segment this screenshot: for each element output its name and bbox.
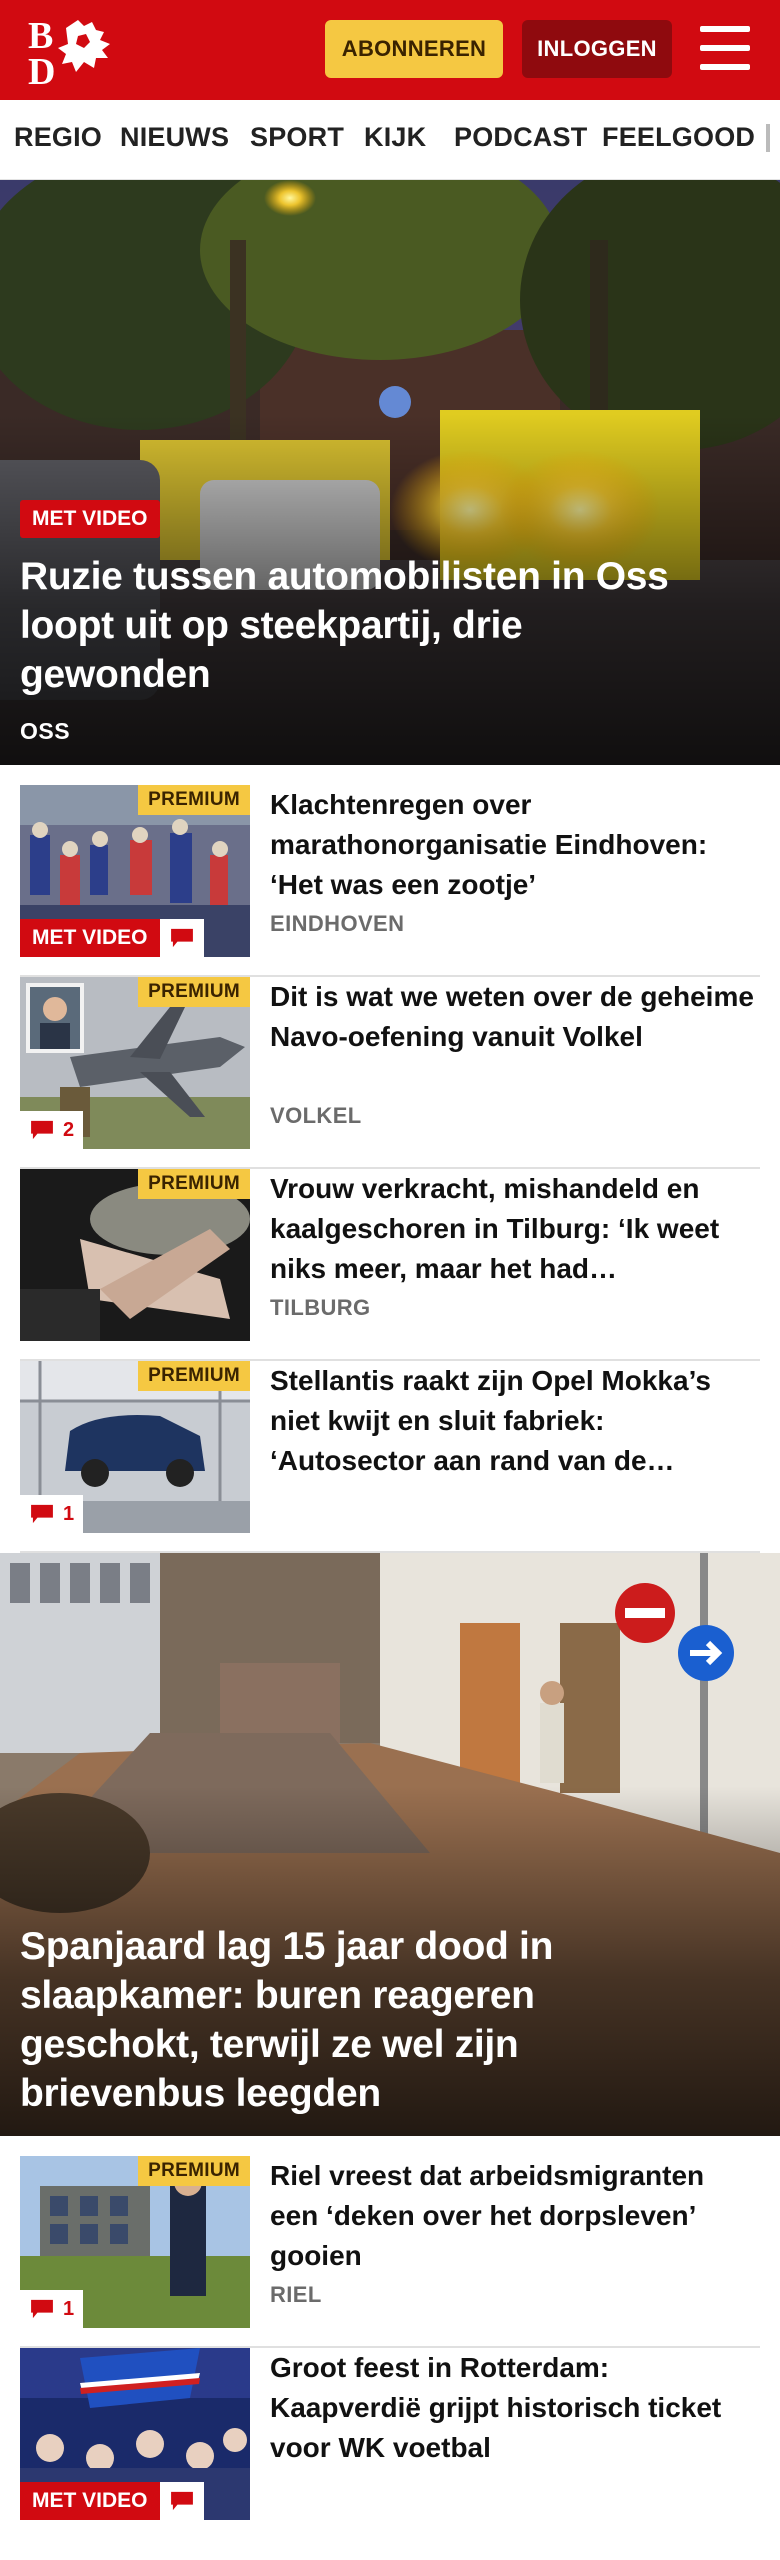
location-label: RIEL — [270, 2282, 322, 2307]
thumbnail-fighter-jet: PREMIUM 2 — [20, 977, 250, 1149]
hero-headline[interactable]: Spanjaard lag 15 jaar dood in slaapkamer… — [20, 1922, 720, 2118]
premium-badge: PREMIUM — [138, 785, 250, 815]
video-badge: MET VIDEO — [20, 919, 160, 957]
hero-article-oss[interactable]: MET VIDEO Ruzie tussen automobilisten in… — [0, 180, 780, 765]
nav-item-nieuws[interactable]: NIEUWS — [120, 122, 229, 153]
subscribe-button[interactable]: ABONNEREN — [325, 20, 503, 78]
comment-badge[interactable]: 1 — [20, 1495, 84, 1533]
premium-badge: PREMIUM — [138, 1361, 250, 1391]
comment-icon — [170, 2491, 193, 2511]
nav-item-feelgood[interactable]: FEELGOOD — [602, 122, 755, 153]
comment-strip: 1 — [20, 2290, 84, 2328]
premium-badge: PREMIUM — [138, 2156, 250, 2186]
nav-overflow-hint — [766, 124, 770, 152]
premium-badge: PREMIUM — [138, 977, 250, 1007]
comment-count: 2 — [63, 1118, 75, 1141]
comment-icon — [170, 928, 193, 948]
video-badge: MET VIDEO — [20, 2482, 160, 2520]
video-comment-strip: MET VIDEO — [20, 919, 204, 957]
list-item[interactable]: PREMIUM 1 Stellantis raakt zijn Opel Mok… — [20, 1361, 760, 1553]
comment-count: 1 — [63, 1502, 75, 1525]
list-item[interactable]: PREMIUM 2 Dit is wat we weten over de ge… — [20, 977, 760, 1169]
video-badge: MET VIDEO — [20, 500, 160, 538]
comment-icon — [31, 2299, 53, 2319]
headline[interactable]: Klachtenregen over marathonorganisatie E… — [270, 785, 760, 905]
comment-badge[interactable]: 1 — [20, 2290, 84, 2328]
hero-headline[interactable]: Ruzie tussen automobilisten in Oss loopt… — [20, 552, 720, 699]
list-item[interactable]: PREMIUM Vrouw verkracht, mishandeld en k… — [20, 1169, 760, 1361]
hero-article-spain[interactable]: Spanjaard lag 15 jaar dood in slaapkamer… — [0, 1553, 780, 2136]
headline[interactable]: Riel vreest dat arbeidsmigranten een ‘de… — [270, 2156, 760, 2276]
bd-logo[interactable]: B D — [26, 14, 118, 93]
comment-icon — [31, 1504, 53, 1524]
menu-icon[interactable] — [700, 26, 752, 72]
thumbnail-rotterdam-fans: MET VIDEO — [20, 2348, 250, 2520]
comment-badge[interactable] — [159, 2482, 204, 2520]
thumbnail-riel: PREMIUM 1 — [20, 2156, 250, 2328]
list-item[interactable]: PREMIUM 1 Riel vreest dat arbeidsmigrant… — [20, 2156, 760, 2348]
comment-icon — [31, 1120, 53, 1140]
location-label: TILBURG — [270, 1295, 371, 1320]
nav-item-podcast[interactable]: PODCAST — [454, 122, 587, 153]
thumbnail-marathon: PREMIUM MET VIDEO — [20, 785, 250, 957]
comment-strip: 1 — [20, 1495, 84, 1533]
location-label: VOLKEL — [270, 1103, 362, 1128]
comment-count: 1 — [63, 2297, 75, 2320]
premium-badge: PREMIUM — [138, 1169, 250, 1199]
headline[interactable]: Vrouw verkracht, mishandeld en kaalgesch… — [270, 1169, 760, 1289]
top-bar: B D ABONNEREN INLOGGEN — [0, 0, 780, 100]
comment-strip: 2 — [20, 1111, 84, 1149]
thumbnail-hands: PREMIUM — [20, 1169, 250, 1341]
list-item[interactable]: MET VIDEO Groot feest in Rotterdam: Kaap… — [20, 2348, 760, 2540]
headline[interactable]: Dit is wat we weten over de geheime Navo… — [270, 977, 760, 1057]
hero-location: OSS — [20, 718, 71, 744]
nav-item-regio[interactable]: REGIO — [14, 122, 102, 153]
comment-badge[interactable]: 2 — [20, 1111, 84, 1149]
section-nav: REGIO NIEUWS SPORT KIJK PODCAST FEELGOOD — [0, 100, 780, 180]
nav-item-sport[interactable]: SPORT — [250, 122, 344, 153]
thumbnail-car-factory: PREMIUM 1 — [20, 1361, 250, 1533]
comment-badge[interactable] — [159, 919, 204, 957]
svg-text:D: D — [28, 51, 55, 86]
headline[interactable]: Stellantis raakt zijn Opel Mokka’s niet … — [270, 1361, 760, 1481]
headline[interactable]: Groot feest in Rotterdam: Kaapverdië gri… — [270, 2348, 760, 2468]
video-comment-strip: MET VIDEO — [20, 2482, 204, 2520]
list-item[interactable]: PREMIUM MET VIDEO Klachtenregen over mar… — [20, 785, 760, 977]
location-label: EINDHOVEN — [270, 911, 405, 936]
login-button[interactable]: INLOGGEN — [522, 20, 672, 78]
nav-item-kijk[interactable]: KIJK — [364, 122, 426, 153]
